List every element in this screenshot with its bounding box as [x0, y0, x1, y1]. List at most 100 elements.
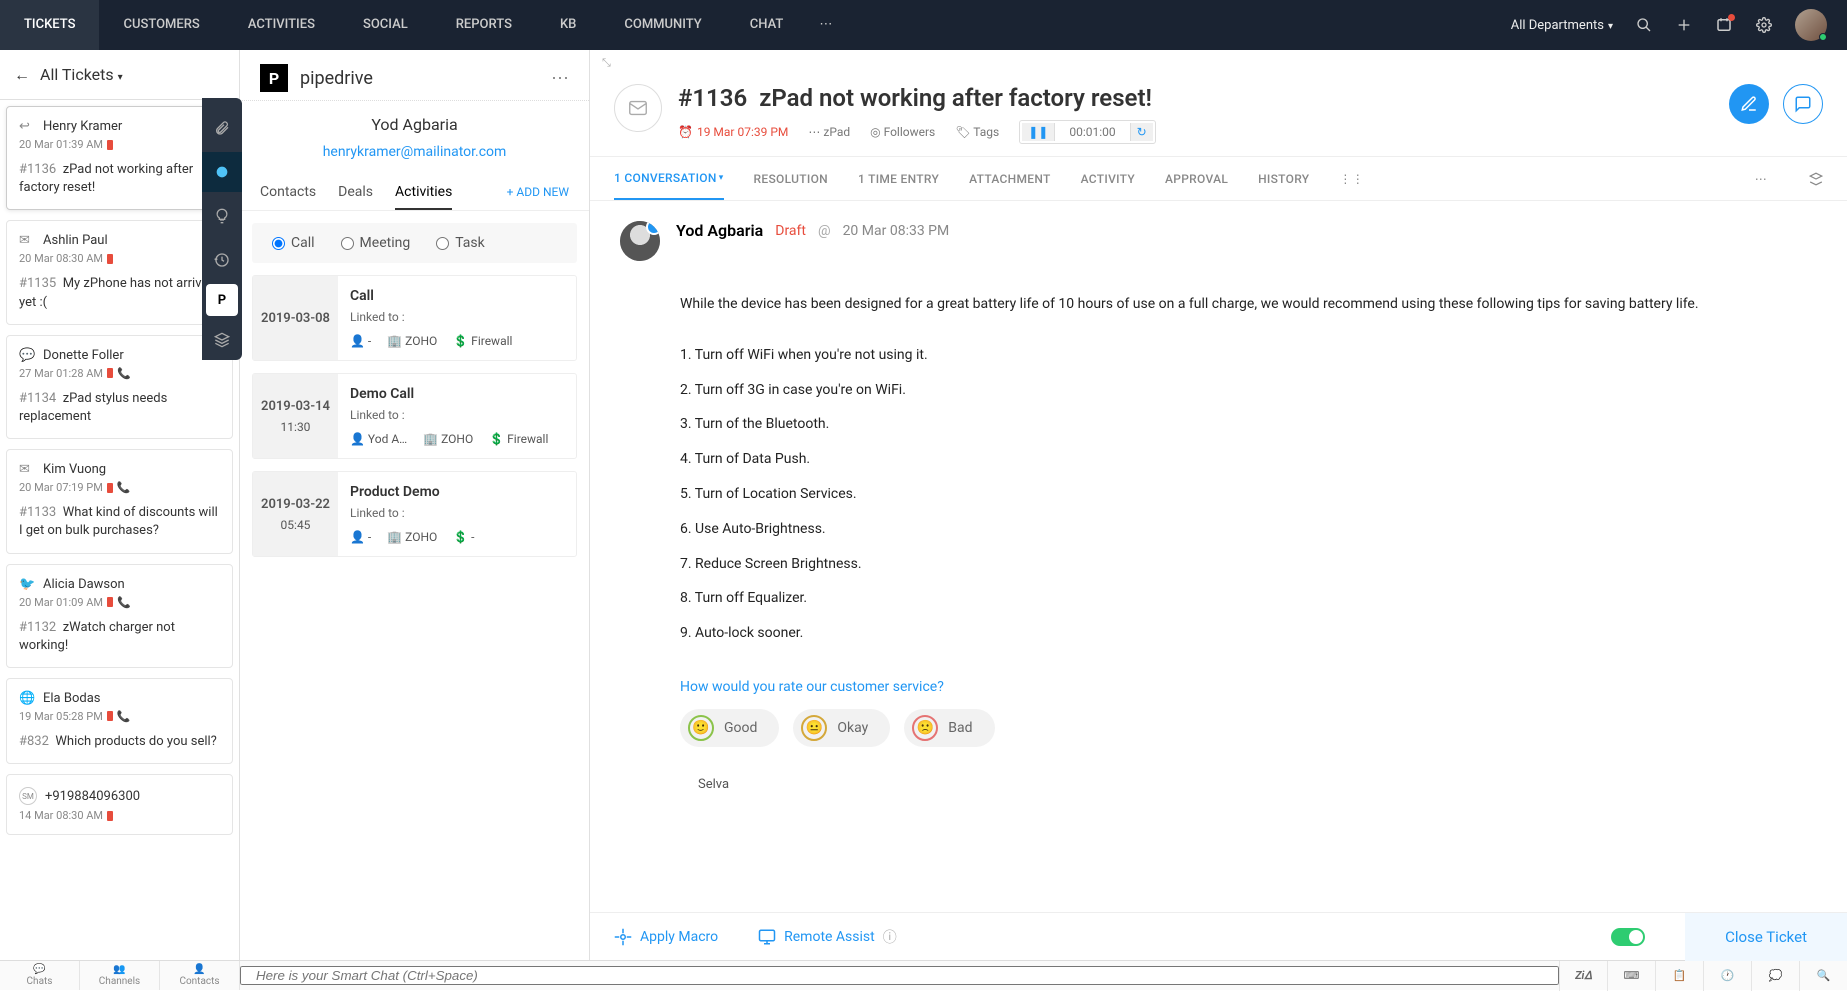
- followers-button[interactable]: ◎ Followers: [870, 125, 935, 139]
- ticket-card[interactable]: SM+919884096300 14 Mar 08:30 AM: [6, 774, 233, 835]
- rail-assist-icon[interactable]: [202, 152, 242, 192]
- conv-point: 7. Reduce Screen Brightness.: [680, 549, 1817, 580]
- pipedrive-menu-icon[interactable]: ⋯: [551, 68, 569, 89]
- detail-tab[interactable]: APPROVAL: [1165, 157, 1228, 200]
- remote-assist-button[interactable]: Remote Assist ⓘ: [758, 927, 897, 947]
- phone-icon: 📞: [117, 481, 131, 494]
- detail-tab[interactable]: ATTACHMENT: [969, 157, 1051, 200]
- notifications-icon[interactable]: [1715, 16, 1733, 34]
- activity-date: 2019-03-22: [261, 497, 330, 512]
- pd-tab-contacts[interactable]: Contacts: [260, 184, 316, 208]
- rail-history-icon[interactable]: [202, 240, 242, 280]
- detail-tab[interactable]: HISTORY: [1258, 157, 1309, 200]
- detail-tab[interactable]: 1 CONVERSATION: [614, 157, 724, 200]
- department-selector[interactable]: All Departments: [1511, 18, 1613, 33]
- activity-card[interactable]: 2019-03-1411:30 Demo Call Linked to : 👤 …: [252, 373, 577, 459]
- conv-intro: While the device has been designed for a…: [680, 289, 1817, 320]
- rate-bad[interactable]: 🙁Bad: [904, 709, 994, 747]
- ticket-product[interactable]: ⋯ zPad: [808, 125, 850, 139]
- ticket-card[interactable]: ✉Kim Vuong 20 Mar 07:19 PM📞 #1133 What k…: [6, 449, 233, 553]
- draft-badge: Draft: [775, 223, 806, 239]
- pd-tab-activities[interactable]: Activities: [395, 184, 452, 210]
- type-call[interactable]: Call: [272, 235, 315, 251]
- zia-icon[interactable]: Ziᐃ: [1559, 961, 1607, 991]
- rail-stack-icon[interactable]: [202, 320, 242, 360]
- activity-linked-label: Linked to :: [350, 310, 564, 324]
- status-toggle[interactable]: [1611, 928, 1645, 946]
- nav-community[interactable]: COMMUNITY: [600, 0, 725, 50]
- detail-tab[interactable]: RESOLUTION: [754, 157, 828, 200]
- nav-chat[interactable]: CHAT: [726, 0, 808, 50]
- timer: ❚❚ 00:01:00 ↻: [1019, 120, 1155, 144]
- pd-tab-deals[interactable]: Deals: [338, 184, 373, 208]
- rate-okay[interactable]: 😐Okay: [793, 709, 890, 747]
- ticket-subject: Which products do you sell?: [55, 734, 216, 749]
- collapse-icon[interactable]: ⤡: [590, 50, 1847, 70]
- nav-activities[interactable]: ACTIVITIES: [224, 0, 339, 50]
- timer-refresh-icon[interactable]: ↻: [1130, 123, 1153, 141]
- rail-pipedrive-icon[interactable]: P: [206, 284, 238, 316]
- ticket-list-title[interactable]: All Tickets: [40, 65, 123, 84]
- chat-icon[interactable]: 💭: [1751, 961, 1799, 991]
- add-icon[interactable]: [1675, 16, 1693, 34]
- rate-good[interactable]: 🙂Good: [680, 709, 779, 747]
- apply-macro-button[interactable]: Apply Macro: [614, 928, 718, 946]
- ticket-card[interactable]: 💬Donette Foller 27 Mar 01:28 AM📞 #1134 z…: [6, 335, 233, 439]
- conv-point: 8. Turn off Equalizer.: [680, 583, 1817, 614]
- search-icon[interactable]: [1635, 16, 1653, 34]
- detail-more-icon[interactable]: ⋯: [1755, 172, 1767, 186]
- nav-social[interactable]: SOCIAL: [339, 0, 432, 50]
- detail-tab[interactable]: ACTIVITY: [1081, 157, 1135, 200]
- ticket-customer: Donette Foller: [43, 348, 124, 363]
- type-task[interactable]: Task: [436, 235, 485, 251]
- detail-stack-icon[interactable]: [1809, 172, 1823, 186]
- timer-pause-icon[interactable]: ❚❚: [1022, 123, 1055, 141]
- nav-kb[interactable]: KB: [536, 0, 600, 50]
- tags-button[interactable]: 🏷 Tags: [955, 125, 999, 139]
- conv-point: 3. Turn of the Bluetooth.: [680, 409, 1817, 440]
- rail-idea-icon[interactable]: [202, 196, 242, 236]
- bottom-contacts[interactable]: 👤Contacts: [160, 961, 240, 990]
- overdue-icon: [107, 597, 113, 607]
- rail-attachment-icon[interactable]: [202, 108, 242, 148]
- keyboard-icon[interactable]: ⌨: [1607, 961, 1655, 991]
- ticket-timestamp: ⏰ 19 Mar 07:39 PM: [678, 125, 788, 139]
- user-avatar[interactable]: [1795, 9, 1827, 41]
- clipboard-icon[interactable]: 📋: [1655, 961, 1703, 991]
- ticket-card[interactable]: 🐦Alicia Dawson 20 Mar 01:09 AM📞 #1132 zW…: [6, 564, 233, 668]
- smart-chat-input[interactable]: [240, 966, 1559, 985]
- bottom-chats[interactable]: 💬Chats: [0, 961, 80, 990]
- conv-point: 2. Turn off 3G in case you're on WiFi.: [680, 375, 1817, 406]
- nav-reports[interactable]: REPORTS: [432, 0, 536, 50]
- nav-more-icon[interactable]: ⋯: [807, 0, 844, 50]
- compose-button[interactable]: [1729, 84, 1769, 124]
- overdue-icon: [107, 811, 113, 821]
- conv-author: Yod Agbaria: [676, 221, 763, 240]
- contact-email[interactable]: henrykramer@mailinator.com: [323, 144, 507, 160]
- ticket-card[interactable]: 🌐Ela Bodas 19 Mar 05:28 PM📞 #832 Which p…: [6, 678, 233, 764]
- nav-tickets[interactable]: TICKETS: [0, 0, 99, 50]
- search-bottom-icon[interactable]: 🔍: [1799, 961, 1847, 991]
- back-icon[interactable]: ←: [14, 65, 30, 85]
- ticket-card[interactable]: ↩Henry Kramer 20 Mar 01:39 AM #1136 zPad…: [6, 106, 233, 210]
- pipedrive-panel: P pipedrive ⋯ Yod Agbaria henrykramer@ma…: [240, 50, 590, 960]
- overdue-icon: [107, 483, 113, 493]
- nav-customers[interactable]: CUSTOMERS: [99, 0, 223, 50]
- type-meeting[interactable]: Meeting: [341, 235, 411, 251]
- detail-tab[interactable]: 1 TIME ENTRY: [858, 157, 939, 200]
- conv-timestamp: 20 Mar 08:33 PM: [843, 223, 950, 239]
- close-ticket-button[interactable]: Close Ticket: [1685, 913, 1847, 961]
- bottom-channels[interactable]: 👥Channels: [80, 961, 160, 990]
- comment-button[interactable]: [1783, 84, 1823, 124]
- pd-add-new[interactable]: + ADD NEW: [507, 185, 569, 199]
- activity-card[interactable]: 2019-03-2205:45 Product Demo Linked to :…: [252, 471, 577, 557]
- activity-card[interactable]: 2019-03-08 Call Linked to : 👤 - 🏢 ZOHO 💲…: [252, 275, 577, 361]
- filter-icon[interactable]: ⋮⋮: [1339, 172, 1364, 186]
- author-avatar: [620, 221, 660, 261]
- ticket-card[interactable]: ✉Ashlin Paul 20 Mar 08:30 AM #1135 My zP…: [6, 220, 233, 324]
- clock-icon[interactable]: 🕐: [1703, 961, 1751, 991]
- pipedrive-title: pipedrive: [300, 68, 539, 89]
- signature: Selva: [620, 777, 1817, 792]
- settings-icon[interactable]: [1755, 16, 1773, 34]
- ticket-time: 20 Mar 01:09 AM: [19, 596, 103, 609]
